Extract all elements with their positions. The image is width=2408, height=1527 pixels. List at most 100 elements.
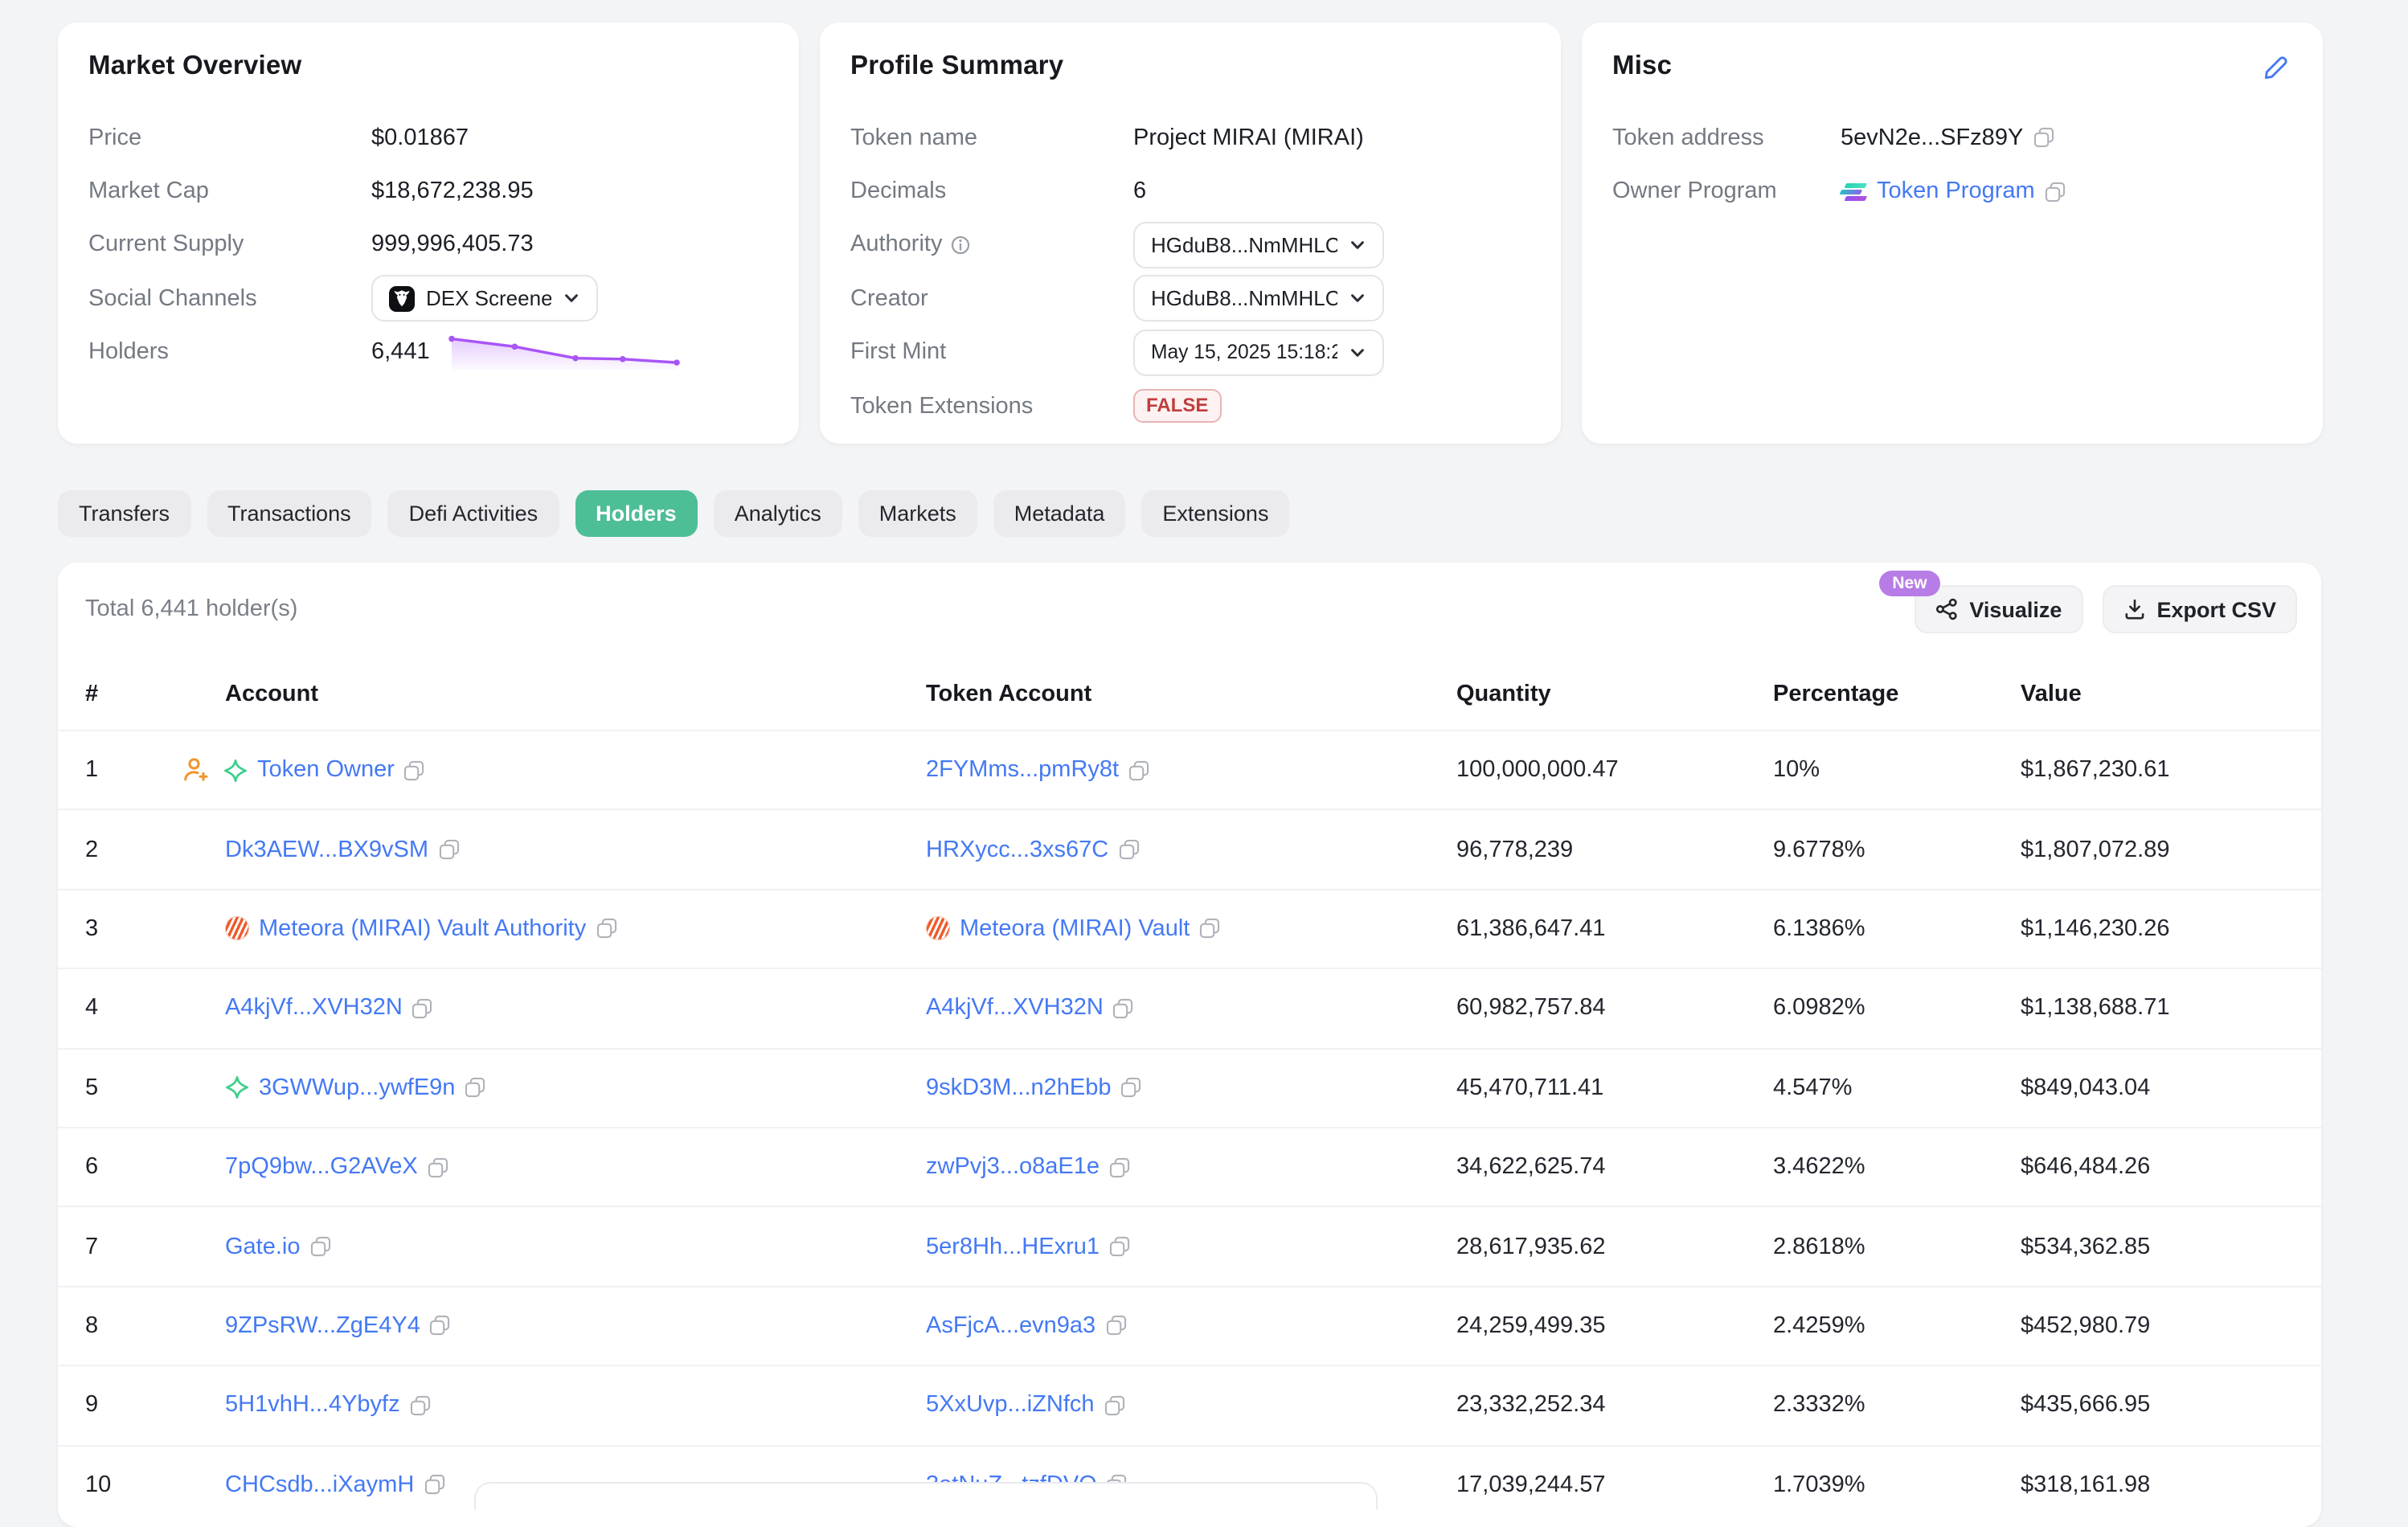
copy-icon[interactable] <box>1128 759 1149 780</box>
panel-actions: New Visualize Export CSV <box>1915 585 2297 633</box>
quantity-cell: 96,778,239 <box>1456 837 1773 862</box>
authority-label: Authority <box>850 232 1133 258</box>
export-csv-button[interactable]: Export CSV <box>2102 585 2297 633</box>
account-link[interactable]: Meteora (MIRAI) Vault Authority <box>259 916 586 942</box>
token-account-link[interactable]: Meteora (MIRAI) Vault <box>960 916 1190 942</box>
copy-icon[interactable] <box>412 998 433 1019</box>
token-account-cell: 9skD3M...n2hEbb <box>926 1075 1456 1101</box>
token-account-link[interactable]: A4kjVf...XVH32N <box>926 996 1104 1021</box>
token-account-link[interactable]: 9skD3M...n2hEbb <box>926 1075 1112 1101</box>
copy-icon[interactable] <box>1104 1395 1125 1416</box>
creator-value: HGduB8...NmMHLC <box>1151 287 1337 311</box>
percentage-cell: 1.7039% <box>1773 1472 2021 1497</box>
column-header-rank: # <box>85 682 225 707</box>
current-supply-value: 999,996,405.73 <box>371 232 534 258</box>
token-name-label: Token name <box>850 125 1133 150</box>
tab-metadata[interactable]: Metadata <box>993 490 1126 537</box>
rank-cell: 8 <box>85 1313 225 1339</box>
tab-transfers[interactable]: Transfers <box>58 490 190 537</box>
token-account-link[interactable]: zwPvj3...o8aE1e <box>926 1154 1100 1180</box>
token-account-link[interactable]: 5XxUvp...iZNfch <box>926 1393 1095 1419</box>
value-cell: $1,146,230.26 <box>2021 916 2321 942</box>
owner-program-link[interactable]: Token Program <box>1877 178 2035 204</box>
tab-markets[interactable]: Markets <box>858 490 977 537</box>
copy-icon[interactable] <box>428 1157 448 1177</box>
chevron-down-icon <box>1349 344 1366 362</box>
misc-title: Misc <box>1612 51 2292 82</box>
account-link[interactable]: 7pQ9bw...G2AVeX <box>225 1154 418 1180</box>
token-account-link[interactable]: 2FYMms...pmRy8t <box>926 757 1119 783</box>
visualize-button[interactable]: Visualize <box>1915 585 2082 633</box>
authority-select[interactable]: HGduB8...NmMHLC <box>1133 222 1384 268</box>
holders-row: Holders 6,441 <box>88 325 768 379</box>
copy-icon[interactable] <box>1105 1316 1126 1337</box>
total-holders-text: Total 6,441 holder(s) <box>85 596 297 622</box>
holders-panel: Total 6,441 holder(s) New Visualize <box>58 563 2321 1527</box>
rank-cell: 3 <box>85 916 225 942</box>
copy-icon[interactable] <box>430 1316 451 1337</box>
market-cap-label: Market Cap <box>88 178 371 204</box>
percentage-cell: 9.6778% <box>1773 837 2021 862</box>
copy-icon[interactable] <box>1109 1157 1130 1177</box>
edit-icon[interactable] <box>2259 51 2292 90</box>
creator-select[interactable]: HGduB8...NmMHLC <box>1133 276 1384 322</box>
copy-icon[interactable] <box>404 759 425 780</box>
account-link[interactable]: A4kjVf...XVH32N <box>225 996 403 1021</box>
value-cell: $1,867,230.61 <box>2021 757 2321 783</box>
first-mint-select[interactable]: May 15, 2025 15:18:25... <box>1133 330 1384 376</box>
copy-icon[interactable] <box>410 1395 431 1416</box>
panel-header: Total 6,441 holder(s) New Visualize <box>58 563 2321 659</box>
account-link[interactable]: 3GWWup...ywfE9n <box>259 1075 455 1101</box>
misc-card: Misc Token address 5evN2e...SFz89Y Owner… <box>1582 23 2323 444</box>
copy-icon[interactable] <box>1199 919 1220 940</box>
account-cell: Meteora (MIRAI) Vault Authority <box>225 916 926 942</box>
copy-icon[interactable] <box>438 839 459 860</box>
tab-defi-activities[interactable]: Defi Activities <box>388 490 559 537</box>
token-account-cell: AsFjcA...evn9a3 <box>926 1313 1456 1339</box>
quantity-cell: 45,470,711.41 <box>1456 1075 1773 1101</box>
price-label: Price <box>88 125 371 150</box>
account-cell: 9ZPsRW...ZgE4Y4 <box>225 1313 926 1339</box>
percentage-cell: 4.547% <box>1773 1075 2021 1101</box>
token-account-link[interactable]: 5er8Hh...HExru1 <box>926 1234 1100 1259</box>
decimals-value: 6 <box>1133 178 1146 204</box>
copy-icon[interactable] <box>2045 181 2066 202</box>
creator-row: Creator HGduB8...NmMHLC <box>850 272 1530 325</box>
copy-icon[interactable] <box>424 1474 444 1495</box>
copy-icon[interactable] <box>310 1236 331 1257</box>
tab-bar: Transfers Transactions Defi Activities Hold… <box>58 490 1289 537</box>
info-icon[interactable] <box>950 235 971 256</box>
authority-label-text: Authority <box>850 232 942 258</box>
account-link[interactable]: 5H1vhH...4Ybyfz <box>225 1393 400 1419</box>
rank-cell: 7 <box>85 1234 225 1259</box>
tab-extensions[interactable]: Extensions <box>1141 490 1289 537</box>
copy-icon[interactable] <box>1121 1078 1142 1099</box>
account-link[interactable]: Dk3AEW...BX9vSM <box>225 837 428 862</box>
tab-holders[interactable]: Holders <box>575 490 698 537</box>
copy-icon[interactable] <box>1109 1236 1130 1257</box>
copy-icon[interactable] <box>465 1078 485 1099</box>
token-account-link[interactable]: HRXycc...3xs67C <box>926 837 1108 862</box>
rank-cell: 9 <box>85 1393 225 1419</box>
account-cell: 3GWWup...ywfE9n <box>225 1075 926 1101</box>
copy-icon[interactable] <box>2033 127 2054 148</box>
tab-transactions[interactable]: Transactions <box>207 490 372 537</box>
social-channels-select[interactable]: DEX Screener <box>371 276 598 322</box>
token-account-link[interactable]: AsFjcA...evn9a3 <box>926 1313 1095 1339</box>
token-account-cell: zwPvj3...o8aE1e <box>926 1154 1456 1180</box>
account-link[interactable]: Gate.io <box>225 1234 301 1259</box>
table-header-row: #AccountToken AccountQuantityPercentageV… <box>58 659 2321 730</box>
copy-icon[interactable] <box>1118 839 1139 860</box>
tab-analytics[interactable]: Analytics <box>714 490 842 537</box>
chevron-down-icon <box>1349 236 1366 254</box>
percentage-cell: 6.1386% <box>1773 916 2021 942</box>
copy-icon[interactable] <box>596 919 616 940</box>
account-link[interactable]: CHCsdb...iXaymH <box>225 1472 414 1497</box>
authority-value: HGduB8...NmMHLC <box>1151 233 1337 257</box>
account-link[interactable]: Token Owner <box>257 757 395 783</box>
market-overview-card: Market Overview Price $0.01867 Market Ca… <box>58 23 799 444</box>
meteora-icon <box>926 917 950 941</box>
meteora-icon <box>225 917 249 941</box>
copy-icon[interactable] <box>1113 998 1134 1019</box>
account-link[interactable]: 9ZPsRW...ZgE4Y4 <box>225 1313 420 1339</box>
